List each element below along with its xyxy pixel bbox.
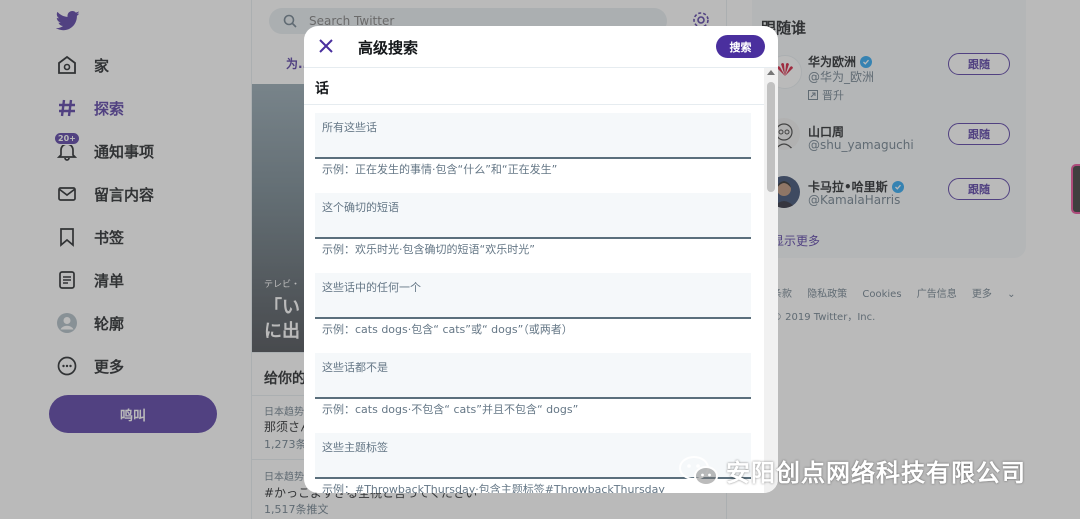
advanced-search-modal: 高级搜索 搜索 话 所有这些话 示例：正在发生的事情·包含“什么”和“正在发生”…	[304, 26, 778, 493]
exact-phrase-input[interactable]	[322, 215, 746, 233]
field-hint: 示例：欢乐时光·包含确切的短语“欢乐时光”	[322, 243, 535, 256]
exact-phrase-field[interactable]: 这个确切的短语	[315, 193, 751, 239]
field-hint: 示例：正在发生的事情·包含“什么”和“正在发生”	[322, 163, 558, 176]
modal-header: 高级搜索 搜索	[304, 26, 778, 68]
field-hint: 示例：#ThrowbackThursday·包含主题标签#ThrowbackTh…	[322, 483, 665, 493]
none-words-field[interactable]: 这些话都不是	[315, 353, 751, 399]
watermark-text: 安阳创点网络科技有限公司	[726, 459, 1026, 487]
scrollbar-thumb[interactable]	[767, 82, 775, 192]
field-label: 这个确切的短语	[322, 201, 399, 214]
modal-scrollbar[interactable]	[764, 68, 778, 493]
none-words-input[interactable]	[322, 375, 746, 393]
search-button[interactable]: 搜索	[716, 35, 765, 58]
any-words-input[interactable]	[322, 295, 746, 313]
modal-body: 话 所有这些话 示例：正在发生的事情·包含“什么”和“正在发生” 这个确切的短语…	[304, 68, 764, 493]
scroll-up-arrow-icon[interactable]	[767, 70, 775, 75]
modal-title: 高级搜索	[358, 39, 419, 57]
any-words-field[interactable]: 这些话中的任何一个	[315, 273, 751, 319]
close-icon[interactable]	[318, 38, 334, 54]
field-label: 这些主题标签	[322, 441, 388, 454]
field-label: 这些话中的任何一个	[322, 281, 421, 294]
all-words-field[interactable]: 所有这些话	[315, 113, 751, 159]
all-words-input[interactable]	[322, 135, 746, 153]
wechat-logo-icon	[679, 455, 718, 486]
field-label: 这些话都不是	[322, 361, 388, 374]
section-title: 话	[315, 81, 329, 97]
field-hint: 示例：cats dogs·包含“ cats”或“ dogs”（或两者）	[322, 323, 573, 336]
field-label: 所有这些话	[322, 121, 377, 134]
field-hint: 示例：cats dogs·不包含“ cats”并且不包含“ dogs”	[322, 403, 579, 416]
watermark: 安阳创点网络科技有限公司	[678, 453, 1026, 488]
words-section-header: 话	[304, 68, 764, 105]
